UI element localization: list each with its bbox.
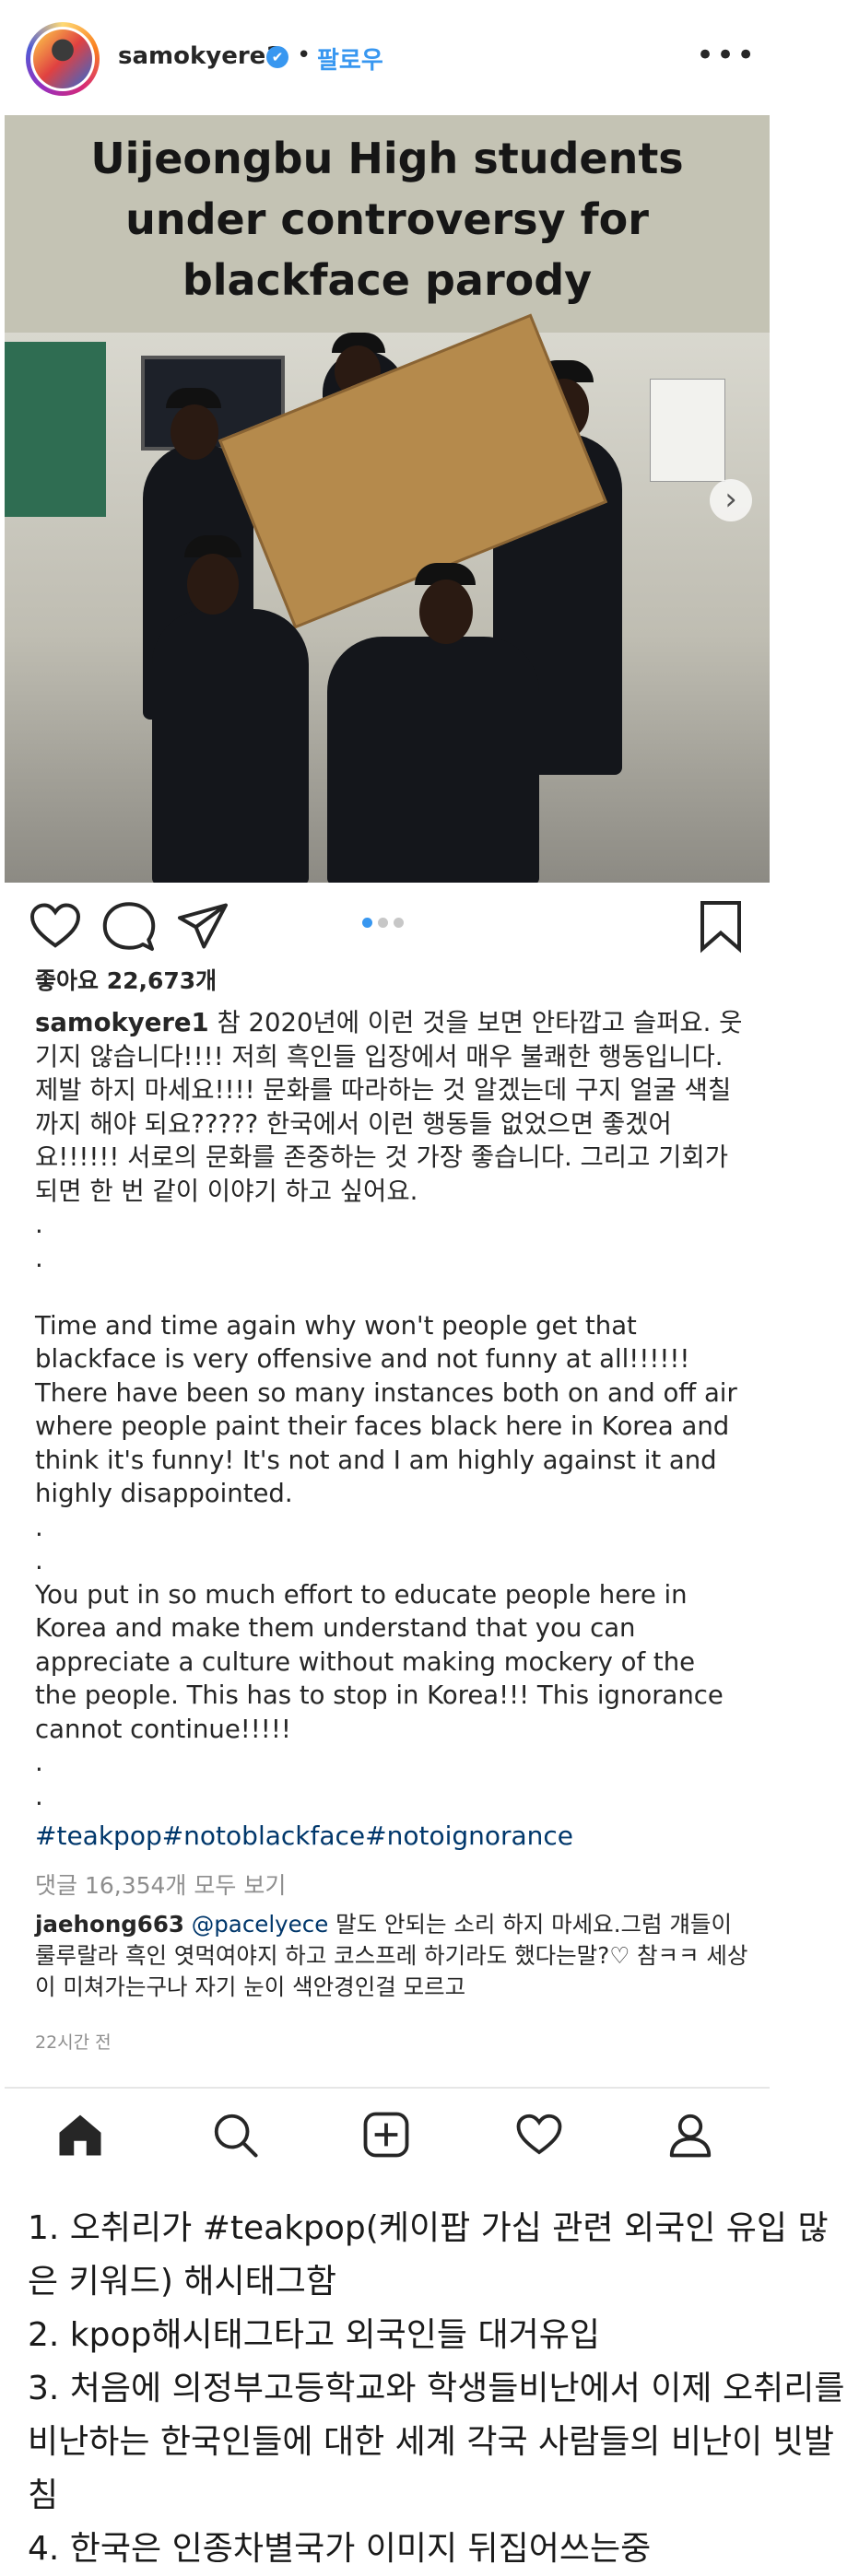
- image-headline: Uijeongbu High students under controvers…: [5, 115, 770, 333]
- action-bar: [0, 883, 859, 966]
- photo-content: [5, 313, 770, 883]
- comment-username[interactable]: jaehong663: [35, 1911, 184, 1938]
- story-ring[interactable]: [26, 22, 100, 96]
- verified-badge-icon: ✔: [266, 46, 288, 68]
- caption-dot: .: [35, 1748, 43, 1777]
- divider: [5, 2087, 770, 2089]
- separator-dot: •: [297, 41, 312, 69]
- add-post-icon[interactable]: [361, 2110, 411, 2160]
- caption-username[interactable]: samokyere1: [35, 1008, 209, 1037]
- view-all-comments-link[interactable]: 댓글 16,354개 모두 보기: [35, 1868, 286, 1901]
- post-image[interactable]: Uijeongbu High students under controvers…: [5, 115, 770, 883]
- carousel-dot-active: [362, 918, 372, 928]
- bookmark-icon[interactable]: [693, 898, 748, 954]
- search-icon[interactable]: [210, 2110, 260, 2160]
- like-heart-icon[interactable]: [28, 898, 83, 954]
- caption-dot: .: [35, 1512, 43, 1542]
- home-icon[interactable]: [55, 2110, 105, 2160]
- carousel-indicator: [362, 914, 409, 931]
- caption-dot: .: [35, 1546, 43, 1575]
- note-item-2: 2. kpop해시태그타고 외국인들 대거유입: [28, 2316, 600, 2354]
- caption-english-para-2: You put in so much effort to educate peo…: [35, 1579, 724, 1744]
- share-icon[interactable]: [175, 898, 230, 954]
- caption-korean-text: 참 2020년에 이런 것을 보면 안타깝고 슬퍼요. 웃기지 않습니다!!!!…: [35, 1008, 743, 1206]
- comment-mention[interactable]: @pacelyece: [192, 1911, 329, 1938]
- commentary-notes: 1. 오취리가 #teakpop(케이팝 가십 관련 외국인 유입 많은 키워드…: [28, 2202, 857, 2576]
- comment-item: jaehong663 @pacelyece 말도 안되는 소리 하지 마세요.그…: [35, 1909, 754, 2003]
- avatar[interactable]: [30, 27, 95, 91]
- person-face: [187, 554, 239, 615]
- note-item-4: 4. 한국은 인종차별국가 이미지 뒤집어쓰는중: [28, 2530, 652, 2568]
- comment-icon[interactable]: [101, 898, 157, 954]
- headline-line-2: under controversy for: [125, 194, 649, 244]
- follow-button[interactable]: 팔로우: [317, 41, 383, 76]
- person: [327, 637, 539, 883]
- post-timestamp: 22시간 전: [35, 2032, 112, 2053]
- caption-dot: .: [35, 1243, 43, 1273]
- wall-calendar: [650, 379, 725, 482]
- headline-line-3: blackface parody: [182, 255, 593, 305]
- note-item-3: 3. 처음에 의정부고등학교와 학생들비난에서 이제 오취리를 비난하는 한국인…: [28, 2370, 845, 2514]
- carousel-dot: [378, 918, 388, 928]
- caption-hashtags[interactable]: #teakpop#notoblackface#notoignorance: [35, 1821, 573, 1851]
- person-face: [419, 580, 473, 644]
- carousel-next-icon[interactable]: ›: [710, 479, 752, 521]
- more-options-icon[interactable]: •••: [696, 37, 757, 74]
- post-header: samokyere1 ✔ • 팔로우 •••: [0, 0, 859, 115]
- classroom-board: [5, 342, 106, 517]
- like-count[interactable]: 좋아요 22,673개: [35, 963, 217, 996]
- caption-dot: .: [35, 1210, 43, 1239]
- post-caption: samokyere1 참 2020년에 이런 것을 보면 안타깝고 슬퍼요. 웃…: [35, 1006, 743, 1813]
- note-item-1: 1. 오취리가 #teakpop(케이팝 가십 관련 외국인 유입 많은 키워드…: [28, 2209, 829, 2301]
- person: [152, 609, 309, 883]
- activity-heart-icon[interactable]: [514, 2110, 564, 2160]
- bottom-nav: [0, 2090, 859, 2176]
- caption-dot: .: [35, 1781, 43, 1811]
- carousel-dot: [394, 918, 404, 928]
- post-username[interactable]: samokyere1: [118, 42, 282, 70]
- profile-icon[interactable]: [665, 2110, 715, 2160]
- person-face: [171, 404, 218, 460]
- headline-line-1: Uijeongbu High students: [90, 134, 684, 183]
- caption-english-para-1: Time and time again why won't people get…: [35, 1310, 737, 1509]
